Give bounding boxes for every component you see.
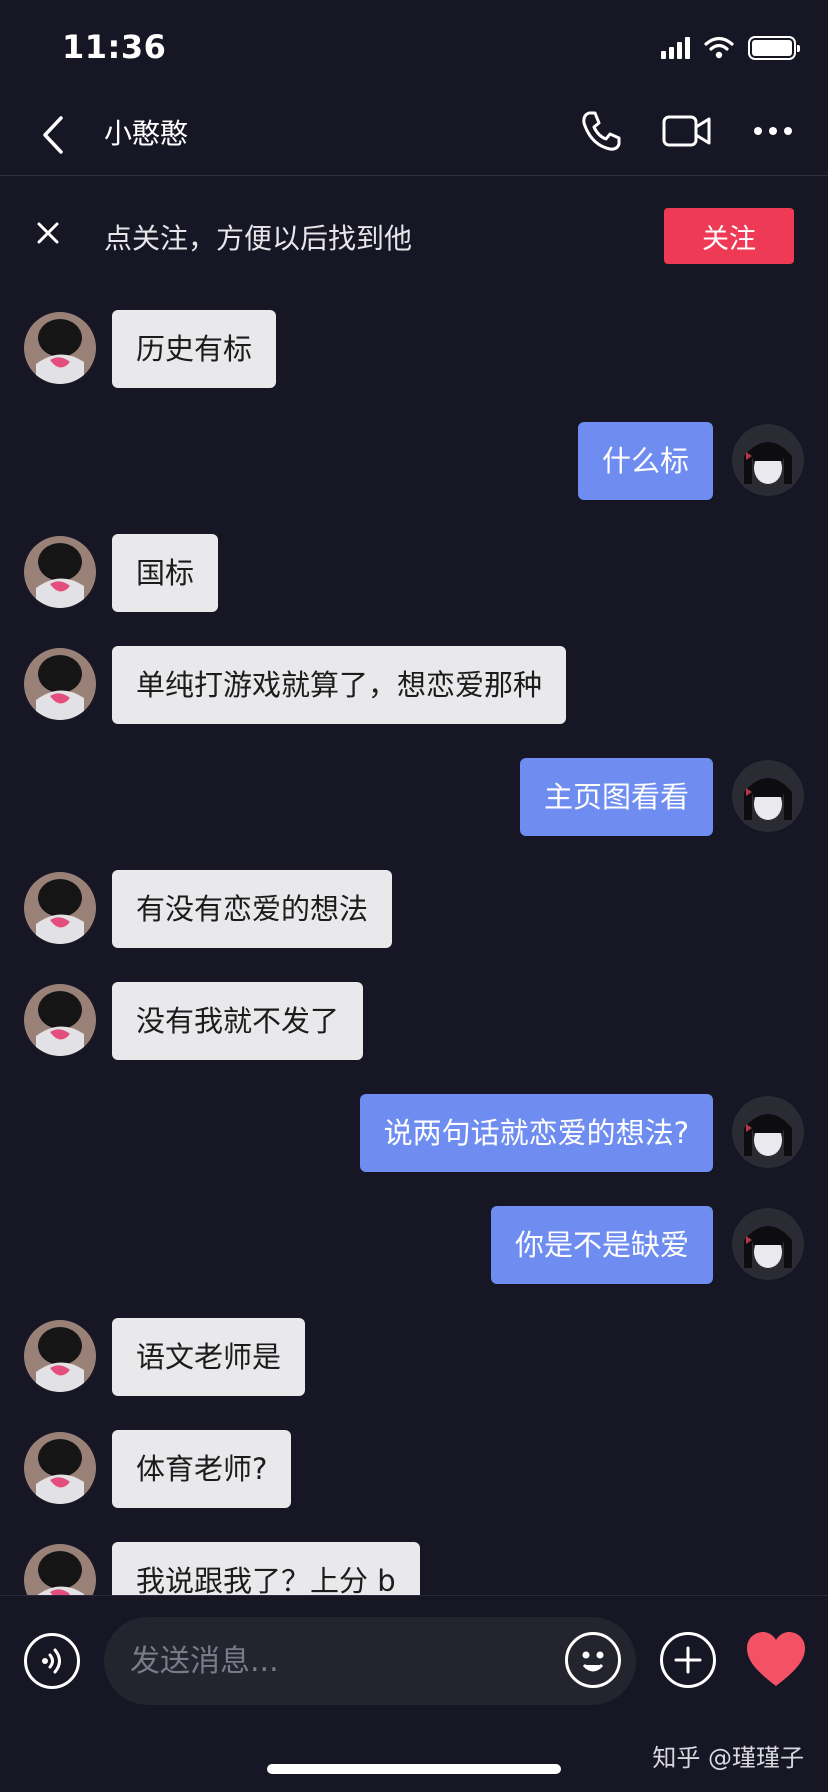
more-dots-icon[interactable] bbox=[748, 106, 798, 156]
message-list: 历史有标 什么标 国标 单纯打游戏就算了，想恋爱那种 主页图看看 有没有恋爱的想… bbox=[0, 295, 828, 1595]
message-row: 说两句话就恋爱的想法? bbox=[0, 1092, 828, 1174]
signal-icon bbox=[661, 37, 690, 59]
heart-icon[interactable] bbox=[745, 1630, 807, 1690]
chat-screen: 11:36 小憨憨 点关注，方便以后找到他 关注 历史有标 什么标 国标 单纯打… bbox=[0, 0, 828, 1792]
message-bubble: 主页图看看 bbox=[519, 758, 713, 836]
emoji-icon[interactable] bbox=[565, 1632, 621, 1688]
message-bubble: 语文老师是 bbox=[112, 1318, 306, 1396]
message-row: 语文老师是 bbox=[0, 1316, 828, 1398]
contact-avatar[interactable] bbox=[24, 648, 96, 720]
message-row: 你是不是缺爱 bbox=[0, 1204, 828, 1286]
message-input[interactable] bbox=[104, 1617, 636, 1705]
message-bubble: 有没有恋爱的想法 bbox=[112, 870, 393, 948]
chevron-left-icon[interactable] bbox=[28, 110, 78, 160]
message-row: 没有我就不发了 bbox=[0, 980, 828, 1062]
message-row: 历史有标 bbox=[0, 308, 828, 390]
user-avatar[interactable] bbox=[732, 1208, 804, 1280]
message-bubble: 我说跟我了？上分 b bbox=[112, 1542, 420, 1595]
phone-icon[interactable] bbox=[576, 106, 626, 156]
voice-icon[interactable] bbox=[24, 1633, 80, 1689]
message-bubble: 什么标 bbox=[577, 422, 713, 500]
contact-avatar[interactable] bbox=[24, 1432, 96, 1504]
contact-avatar[interactable] bbox=[24, 536, 96, 608]
contact-avatar[interactable] bbox=[24, 312, 96, 384]
plus-icon[interactable] bbox=[660, 1632, 716, 1688]
input-bar bbox=[0, 1595, 828, 1725]
message-bubble: 单纯打游戏就算了，想恋爱那种 bbox=[112, 646, 567, 724]
status-time: 11:36 bbox=[62, 28, 167, 66]
message-bubble: 没有我就不发了 bbox=[112, 982, 364, 1060]
follow-prompt-text: 点关注，方便以后找到他 bbox=[104, 222, 413, 255]
message-row: 什么标 bbox=[0, 420, 828, 502]
message-bubble: 历史有标 bbox=[112, 310, 277, 388]
video-camera-icon[interactable] bbox=[662, 106, 712, 156]
watermark: 知乎 @瑾瑾子 bbox=[652, 1744, 804, 1772]
contact-avatar[interactable] bbox=[24, 1544, 96, 1595]
battery-icon bbox=[748, 36, 800, 60]
message-row: 有没有恋爱的想法 bbox=[0, 868, 828, 950]
nav-bar: 小憨憨 bbox=[0, 100, 828, 176]
message-row: 体育老师? bbox=[0, 1428, 828, 1510]
nav-actions bbox=[576, 106, 798, 156]
message-row: 单纯打游戏就算了，想恋爱那种 bbox=[0, 644, 828, 726]
message-bubble: 国标 bbox=[112, 534, 219, 612]
wifi-icon bbox=[704, 36, 734, 59]
status-bar: 11:36 bbox=[0, 0, 828, 100]
contact-avatar[interactable] bbox=[24, 984, 96, 1056]
message-bubble: 说两句话就恋爱的想法? bbox=[359, 1094, 713, 1172]
status-icons bbox=[661, 36, 800, 60]
contact-avatar[interactable] bbox=[24, 1320, 96, 1392]
message-row: 我说跟我了？上分 b bbox=[0, 1540, 828, 1595]
user-avatar[interactable] bbox=[732, 424, 804, 496]
message-row: 主页图看看 bbox=[0, 756, 828, 838]
message-row: 国标 bbox=[0, 532, 828, 614]
close-icon[interactable] bbox=[26, 211, 70, 255]
home-indicator bbox=[267, 1764, 561, 1774]
user-avatar[interactable] bbox=[732, 760, 804, 832]
chat-title: 小憨憨 bbox=[104, 117, 189, 150]
user-avatar[interactable] bbox=[732, 1096, 804, 1168]
contact-avatar[interactable] bbox=[24, 872, 96, 944]
message-bubble: 体育老师? bbox=[112, 1430, 292, 1508]
message-bubble: 你是不是缺爱 bbox=[490, 1206, 713, 1284]
follow-button[interactable]: 关注 bbox=[664, 208, 794, 264]
follow-banner: 点关注，方便以后找到他 关注 bbox=[0, 177, 828, 295]
